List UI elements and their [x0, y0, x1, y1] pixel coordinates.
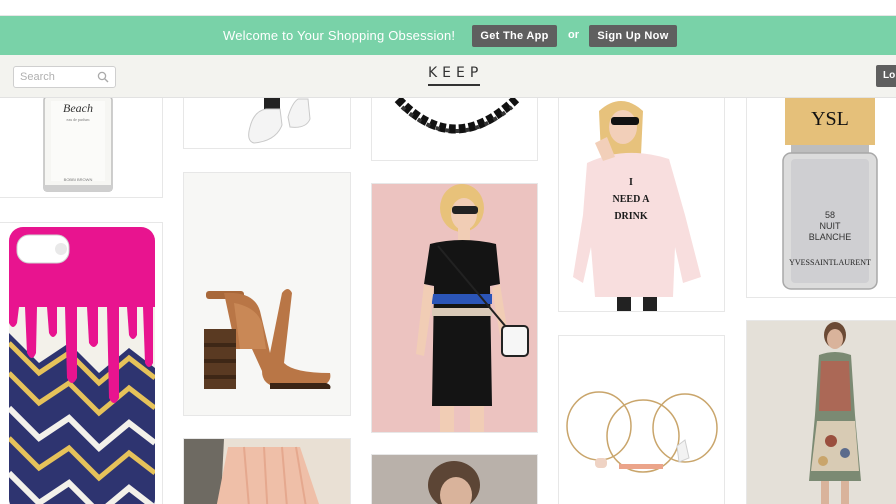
search-input[interactable] [20, 70, 98, 84]
phone-case-image [9, 227, 155, 504]
logo-underline [428, 84, 480, 86]
product-card-perfume[interactable]: Beach eau de parfum BOBBI BROWN [0, 98, 163, 198]
sweater-text-2: NEED A [613, 194, 651, 205]
black-dress-image [372, 184, 537, 432]
patterned-dress-image [747, 321, 896, 504]
sign-up-now-button[interactable]: Sign Up Now [589, 25, 677, 47]
product-card-portrait[interactable] [371, 454, 538, 504]
polish-name-1: NUIT [820, 221, 841, 231]
perfume-sub: eau de parfum [67, 117, 91, 122]
skirt-image [184, 439, 350, 504]
product-card-nail-polish[interactable]: YSL 58 NUIT BLANCHE YVESSAINTLAURENT [746, 98, 896, 298]
search-box[interactable] [13, 66, 116, 88]
browser-top-strip [0, 0, 896, 16]
product-card-patterned-dress[interactable] [746, 320, 896, 504]
sweater-text-3: DRINK [614, 211, 648, 222]
polish-brand: YVESSAINTLAURENT [789, 258, 871, 267]
product-card-black-dress[interactable] [371, 183, 538, 433]
perfume-brand: BOBBI BROWN [64, 177, 93, 182]
login-button[interactable]: Lo [876, 65, 896, 87]
sneakers-image [248, 98, 311, 144]
keep-logo[interactable]: KEEP [428, 65, 483, 81]
product-card-phone-case[interactable] [0, 222, 163, 504]
polish-number: 58 [825, 210, 835, 220]
site-header: KEEP Lo [0, 55, 896, 98]
necklace-image [394, 98, 520, 134]
sweater-image: I NEED A DRINK [559, 98, 724, 311]
bracelets-image [566, 391, 718, 473]
ysl-monogram: YSL [811, 108, 849, 130]
product-card-sweater[interactable]: I NEED A DRINK [558, 98, 725, 312]
welcome-text: Welcome to Your Shopping Obsession! [223, 28, 456, 43]
product-card-skirt[interactable] [183, 438, 351, 504]
product-feed: Beach eau de parfum BOBBI BROWN I NEED A… [0, 98, 896, 504]
nail-polish-image: YSL 58 NUIT BLANCHE YVESSAINTLAURENT [782, 98, 878, 290]
perfume-bottle-image: Beach eau de parfum BOBBI BROWN [43, 98, 113, 192]
perfume-name: Beach [63, 101, 93, 115]
or-text: or [568, 29, 579, 41]
product-card-bracelets[interactable] [558, 335, 725, 504]
sweater-text-1: I [629, 177, 633, 188]
heeled-sandals-image [184, 173, 350, 415]
welcome-banner: Welcome to Your Shopping Obsession! Get … [0, 16, 896, 55]
get-the-app-button[interactable]: Get The App [472, 25, 557, 47]
product-card-heeled-sandals[interactable] [183, 172, 351, 416]
product-card-sneakers[interactable] [183, 98, 351, 149]
product-card-necklace[interactable] [371, 98, 538, 161]
polish-name-2: BLANCHE [809, 232, 852, 242]
search-icon[interactable] [97, 71, 109, 83]
portrait-image [372, 455, 537, 504]
